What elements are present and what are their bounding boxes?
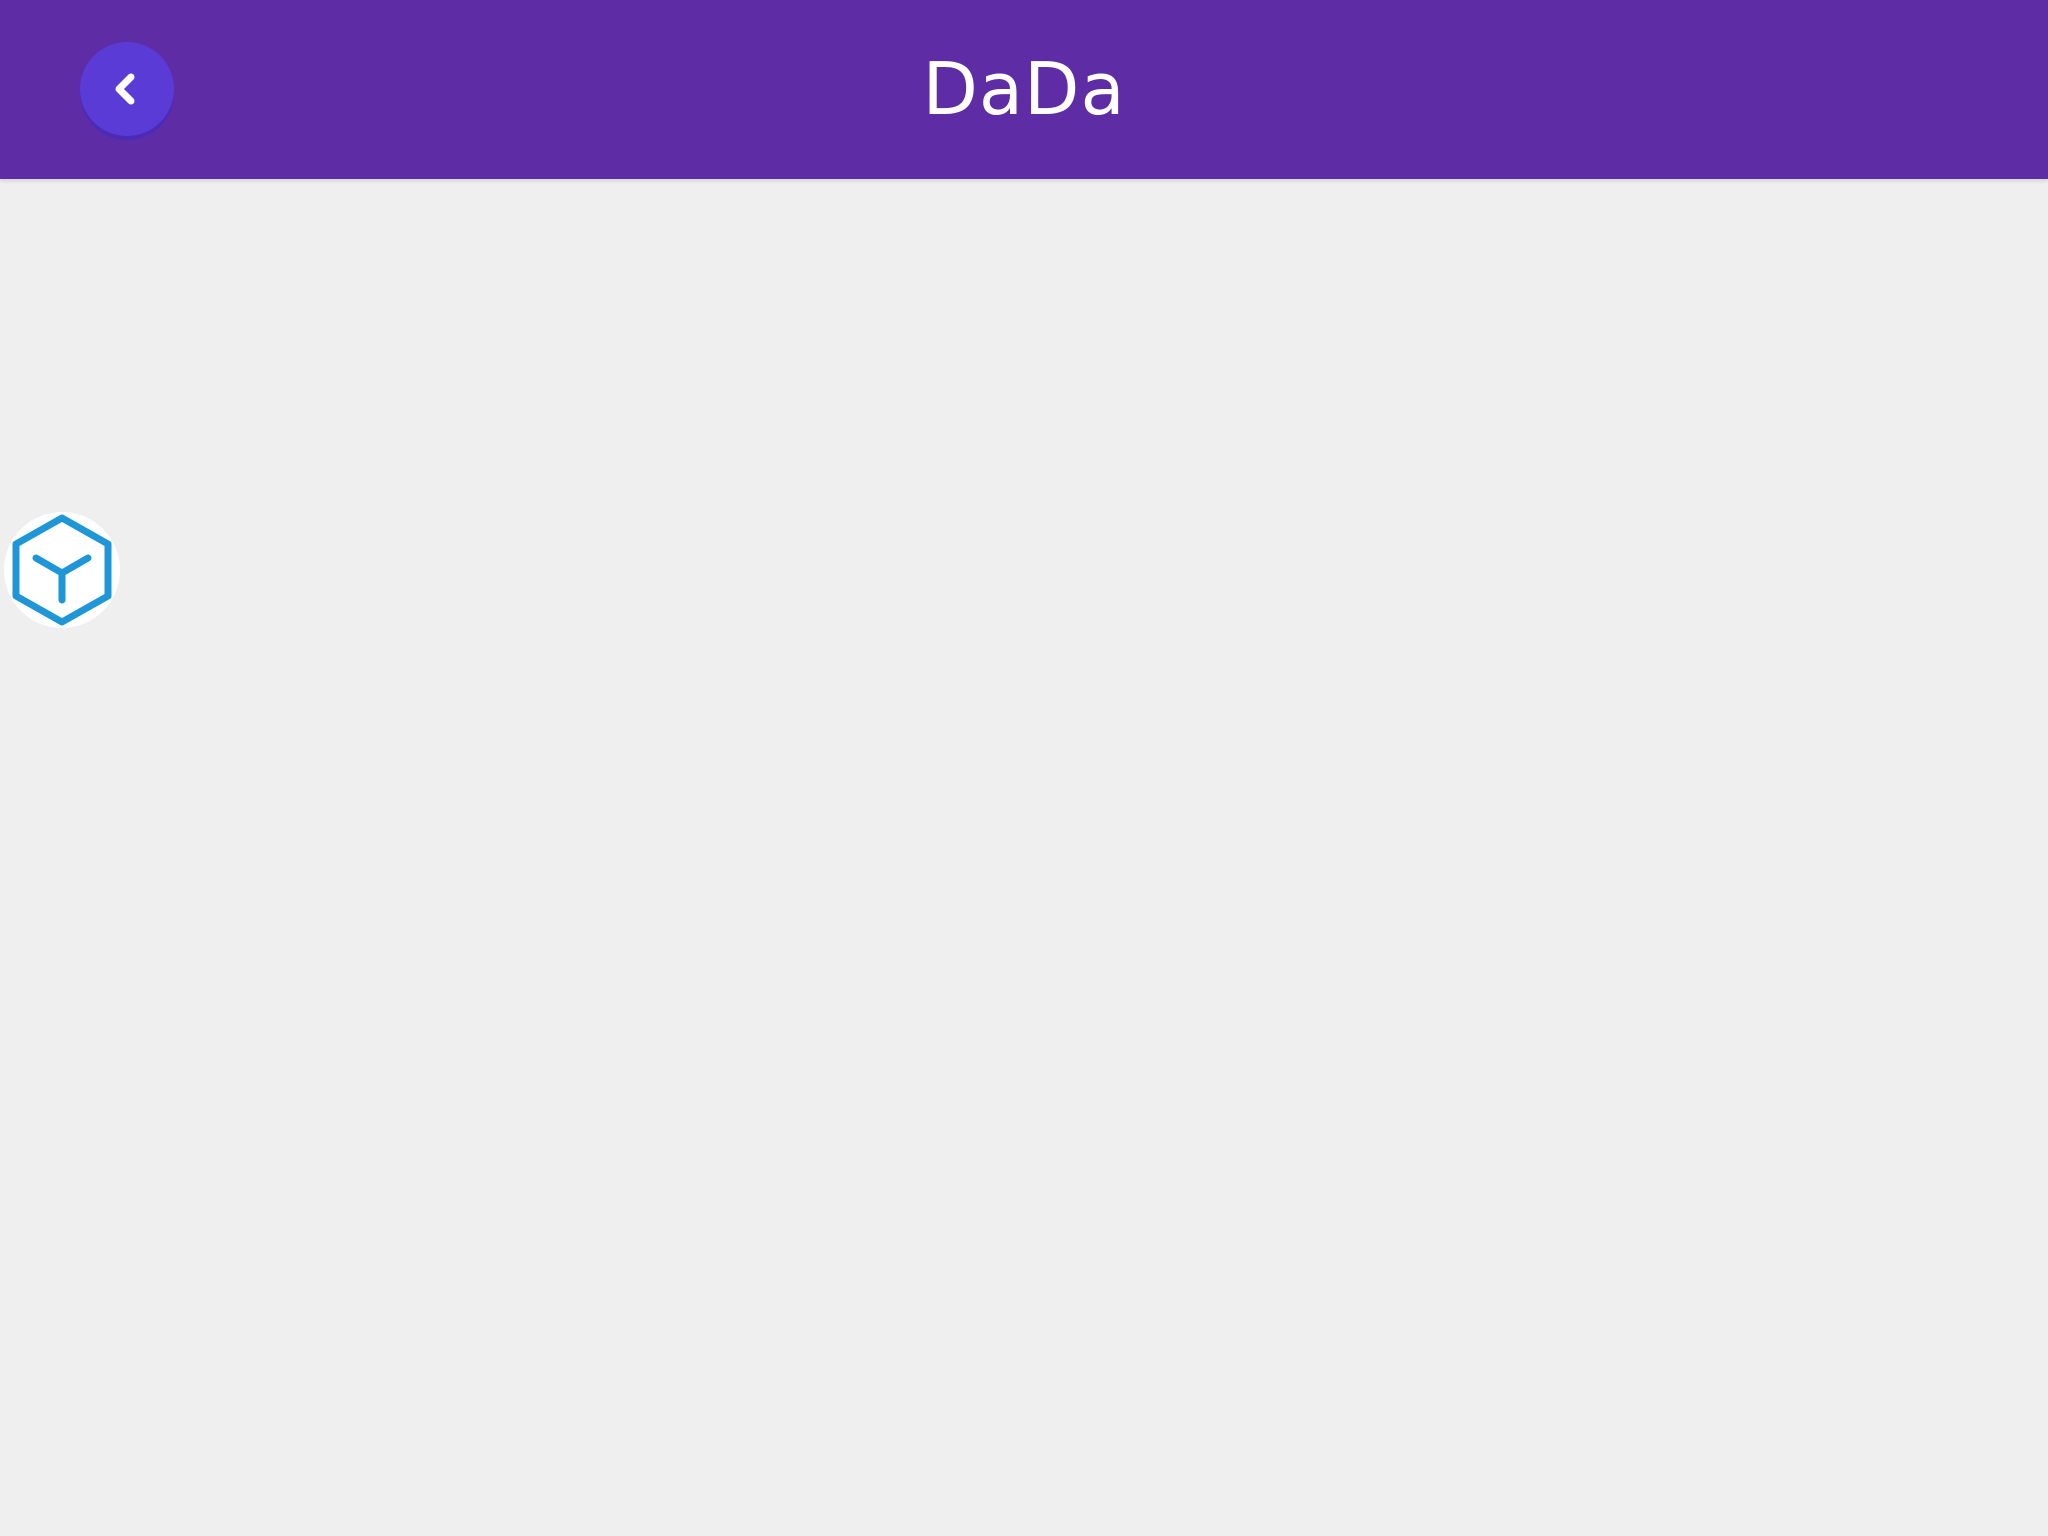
floating-cube-button[interactable] <box>4 512 120 628</box>
app-window: DaDa <box>0 0 2048 1536</box>
page-title: DaDa <box>922 47 1126 131</box>
cube-icon <box>10 512 114 628</box>
top-app-bar: DaDa <box>0 0 2048 179</box>
main-content-area <box>0 179 2048 1536</box>
